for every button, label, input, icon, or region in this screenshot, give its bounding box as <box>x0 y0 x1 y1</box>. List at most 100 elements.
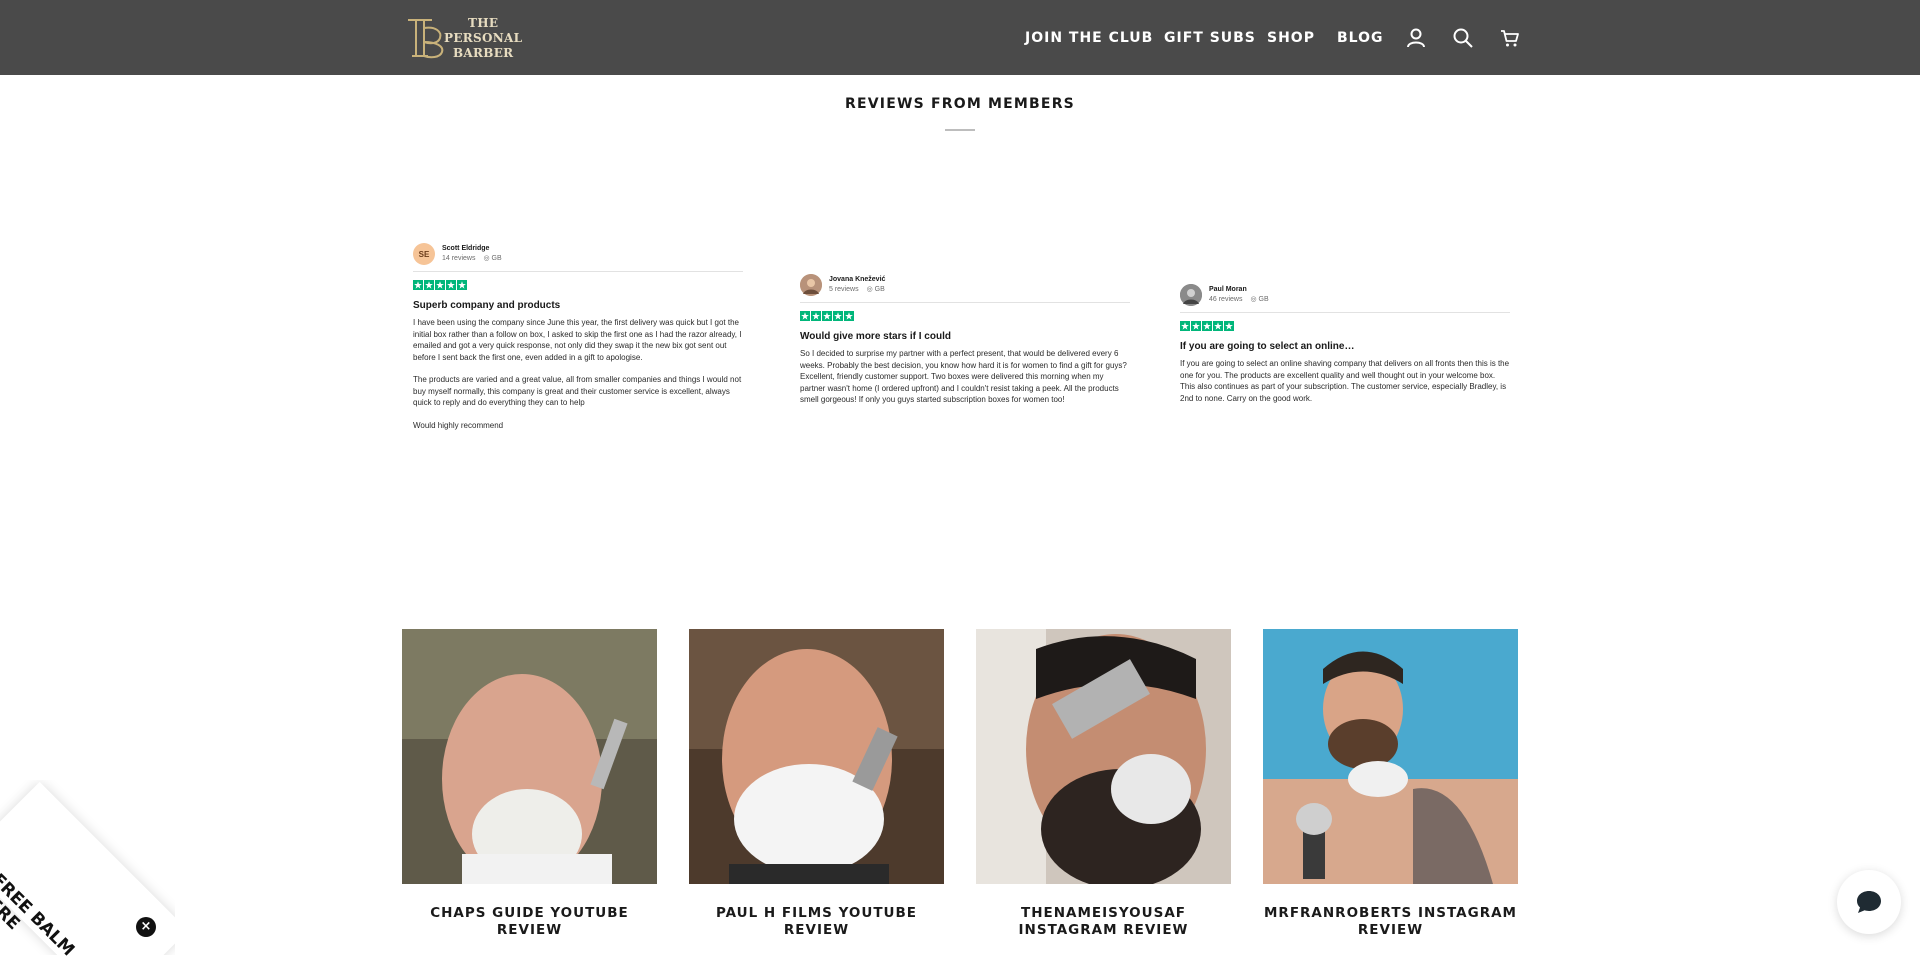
review-header: Paul Moran 46 reviews ◎ GB <box>1180 282 1510 308</box>
nav-join-the-club-label[interactable]: JOIN THE CLUB <box>1025 30 1153 46</box>
reviewer-name: Paul Moran <box>1209 285 1247 293</box>
logo-line-2: PERSONAL <box>444 30 523 45</box>
review-paragraph: So I decided to surprise my partner with… <box>800 349 1127 404</box>
reviewer-meta: Paul Moran 46 reviews ◎ GB <box>1209 285 1269 306</box>
review-paragraph: Would highly recommend <box>413 420 504 430</box>
logo-wordmark: THE PERSONAL BARBER <box>444 16 522 61</box>
video-thumbnail[interactable] <box>402 629 657 884</box>
thumbnail-image <box>689 629 944 884</box>
review-header: SE Scott Eldridge 14 reviews ◎ GB <box>413 241 743 267</box>
logo-line-1: THE <box>468 15 499 30</box>
location-pin-icon: ◎ <box>483 254 492 262</box>
video-thumbnail[interactable] <box>1263 629 1518 884</box>
review-body: If you are going to select an online sha… <box>1180 358 1510 404</box>
search-icon[interactable] <box>1452 27 1474 49</box>
site-header: THE PERSONAL BARBER JOIN THE CLUB GIFT S… <box>0 0 1920 75</box>
video-review-card[interactable]: THENAMEISYOUSAF INSTAGRAM REVIEW <box>976 629 1231 939</box>
star-rating <box>800 311 1130 322</box>
avatar <box>800 274 822 296</box>
reviewer-country: GB <box>1258 295 1269 303</box>
video-review-card[interactable]: MRFRANROBERTS INSTAGRAM REVIEW <box>1263 629 1518 939</box>
review-divider <box>413 271 743 272</box>
video-review-label[interactable]: THENAMEISYOUSAF INSTAGRAM REVIEW <box>976 905 1231 939</box>
location-pin-icon: ◎ <box>1250 295 1259 303</box>
review-card: SE Scott Eldridge 14 reviews ◎ GB Superb … <box>413 241 743 442</box>
reviewer-sub: 5 reviews ◎ GB <box>829 284 885 296</box>
reviewer-country: GB <box>874 285 885 293</box>
review-card: Jovana Knežević 5 reviews ◎ GB Would give… <box>800 272 1130 417</box>
account-icon[interactable] <box>1405 27 1427 49</box>
video-thumbnail[interactable] <box>976 629 1231 884</box>
avatar <box>1180 284 1202 306</box>
video-review-label[interactable]: CHAPS GUIDE YOUTUBE REVIEW <box>402 905 657 939</box>
cart-icon[interactable] <box>1499 27 1521 49</box>
review-body: I have been using the company since June… <box>413 317 743 431</box>
review-count: 46 reviews <box>1209 295 1243 303</box>
review-divider <box>800 302 1130 303</box>
review-header: Jovana Knežević 5 reviews ◎ GB <box>800 272 1130 298</box>
logo-line-3: BARBER <box>452 45 514 60</box>
review-paragraph: If you are going to select an online sha… <box>1180 359 1510 403</box>
chat-launcher-button[interactable] <box>1837 870 1901 934</box>
star-rating <box>1180 321 1510 332</box>
nav-gift-subs-label[interactable]: GIFT SUBS <box>1164 30 1256 46</box>
avatar-photo <box>800 274 822 296</box>
review-title: If you are going to select an online… <box>1180 341 1355 352</box>
star-icon <box>833 311 843 321</box>
star-icon <box>1202 321 1212 331</box>
star-icon <box>1191 321 1201 331</box>
video-review-card[interactable]: CHAPS GUIDE YOUTUBE REVIEW <box>402 629 657 939</box>
nav-shop-label[interactable]: SHOP <box>1267 30 1315 46</box>
star-icon <box>446 280 456 290</box>
logo-monogram-icon <box>408 19 444 59</box>
review-paragraph: I have been using the company since June… <box>413 318 742 362</box>
review-paragraph: The products are varied and a great valu… <box>413 375 742 407</box>
reviewer-sub: 46 reviews ◎ GB <box>1209 294 1269 306</box>
review-title: Would give more stars if I could <box>800 331 951 342</box>
reviewer-sub: 14 reviews ◎ GB <box>442 253 502 265</box>
nav-join-the-club[interactable]: JOIN THE CLUB <box>1025 0 1153 75</box>
video-thumbnail[interactable] <box>689 629 944 884</box>
star-icon <box>844 311 854 321</box>
nav-shop[interactable]: SHOP <box>1267 0 1315 75</box>
review-body: So I decided to surprise my partner with… <box>800 348 1130 406</box>
title-divider <box>945 129 975 131</box>
thumbnail-image <box>1263 629 1518 884</box>
reviewer-name: Jovana Knežević <box>829 275 886 283</box>
star-icon <box>435 280 445 290</box>
review-title: Superb company and products <box>413 300 561 311</box>
site-logo[interactable]: THE PERSONAL BARBER <box>402 12 532 64</box>
star-icon <box>413 280 423 290</box>
star-icon <box>811 311 821 321</box>
nav-blog-label[interactable]: BLOG <box>1337 30 1384 46</box>
nav-blog[interactable]: BLOG <box>1337 0 1384 75</box>
star-icon <box>457 280 467 290</box>
video-review-label[interactable]: MRFRANROBERTS INSTAGRAM REVIEW <box>1263 905 1518 939</box>
location-pin-icon: ◎ <box>866 285 875 293</box>
avatar: SE <box>413 243 435 265</box>
review-count: 14 reviews <box>442 254 476 262</box>
reviewer-name: Scott Eldridge <box>442 244 490 252</box>
review-card: Paul Moran 46 reviews ◎ GB If you are goi… <box>1180 282 1510 415</box>
thumbnail-image <box>402 629 657 884</box>
video-review-card[interactable]: PAUL H FILMS YOUTUBE REVIEW <box>689 629 944 939</box>
review-divider <box>1180 312 1510 313</box>
star-icon <box>424 280 434 290</box>
star-icon <box>822 311 832 321</box>
star-rating <box>413 280 743 291</box>
chat-bubble-icon <box>1857 891 1881 913</box>
video-review-label[interactable]: PAUL H FILMS YOUTUBE REVIEW <box>689 905 944 939</box>
star-icon <box>800 311 810 321</box>
star-icon <box>1224 321 1234 331</box>
reviews-section-title: REVIEWS FROM MEMBERS <box>845 96 1075 112</box>
reviewer-meta: Jovana Knežević 5 reviews ◎ GB <box>829 275 885 296</box>
reviewer-meta: Scott Eldridge 14 reviews ◎ GB <box>442 244 502 265</box>
nav-gift-subs[interactable]: GIFT SUBS <box>1164 0 1256 75</box>
star-icon <box>1213 321 1223 331</box>
star-icon <box>1180 321 1190 331</box>
review-count: 5 reviews <box>829 285 859 293</box>
avatar-photo <box>1180 284 1202 306</box>
reviewer-country: GB <box>491 254 502 262</box>
close-icon[interactable]: × <box>136 917 156 937</box>
thumbnail-image <box>976 629 1231 884</box>
